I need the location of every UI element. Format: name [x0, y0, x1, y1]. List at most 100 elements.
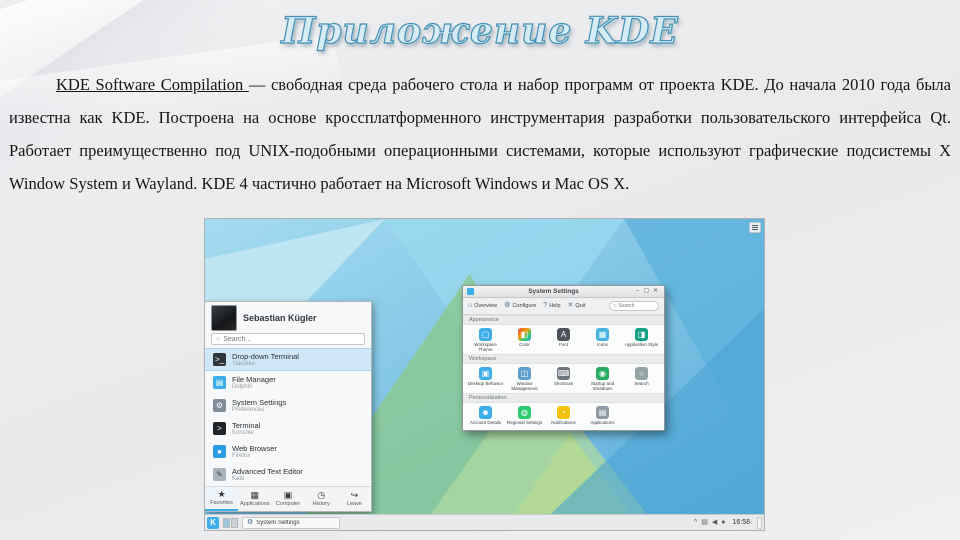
settings-item-font[interactable]: A Font	[544, 328, 583, 352]
settings-item-workspace-theme[interactable]: ▢ Workspace Theme	[466, 328, 505, 352]
pager-desktop-2[interactable]	[231, 517, 238, 528]
tab-computer[interactable]: ▣ Computer	[271, 487, 304, 511]
search-icon: ○	[613, 303, 617, 309]
minimize-button[interactable]: –	[633, 287, 642, 296]
panel-toggle-icon[interactable]	[749, 222, 761, 233]
settings-item-label: Workspace Theme	[474, 342, 497, 352]
settings-item-label: Icons	[597, 342, 608, 347]
tab-label: Computer	[275, 501, 301, 508]
settings-content: Appearance ▢ Workspace Theme ◧ Color A F	[463, 315, 664, 430]
search-icon: ○	[216, 335, 221, 343]
tab-applications[interactable]: ▦ Applications	[238, 487, 271, 511]
font-icon: A	[557, 328, 570, 341]
settings-search[interactable]: ○	[609, 301, 659, 311]
user-avatar[interactable]	[211, 305, 237, 331]
launcher-item-system-settings[interactable]: ⚙ System Settings Preferences	[205, 394, 371, 417]
settings-search-input[interactable]	[618, 303, 655, 309]
terminal-icon: >_	[213, 353, 226, 367]
tool-label: Overview	[474, 303, 498, 309]
home-icon: ⌂	[468, 302, 473, 309]
favorites-list: >_ Drop-down Terminal Yakuake ▤ File Mana…	[205, 347, 371, 486]
quit-button[interactable]: ✕ Quit	[568, 302, 586, 310]
tab-leave[interactable]: ↪ Leave	[338, 487, 371, 511]
tab-history[interactable]: ◷ History	[305, 487, 338, 511]
window-management-icon: ◫	[518, 367, 531, 380]
gear-icon: ⚙	[213, 399, 226, 413]
settings-item-label: Search	[634, 381, 649, 386]
kde-desktop-screenshot: Sebastian Kügler ○ >_ Drop-down Terminal…	[204, 218, 765, 531]
launcher-item-web-browser[interactable]: ● Web Browser Firefox	[205, 440, 371, 463]
star-icon: ★	[217, 489, 226, 500]
launcher-item-file-manager[interactable]: ▤ File Manager Dolphin	[205, 371, 371, 394]
grid-icon: ▦	[250, 490, 260, 501]
workspace-theme-icon: ▢	[479, 328, 492, 341]
settings-item-search[interactable]: ○ Search	[622, 367, 661, 391]
section-header-appearance: Appearance	[463, 315, 664, 325]
user-icon: ☻	[479, 406, 492, 419]
digital-clock[interactable]: 16:58	[729, 519, 753, 526]
monitor-icon: ▣	[283, 490, 293, 501]
search-module-icon: ○	[635, 367, 648, 380]
settings-item-label: Regional Settings	[506, 420, 543, 425]
item-label: Terminal	[232, 420, 261, 430]
system-settings-window: System Settings – ▢ ✕ ⌂ Overview ⚙ Confi…	[462, 285, 665, 431]
close-button[interactable]: ✕	[651, 287, 660, 296]
maximize-button[interactable]: ▢	[642, 287, 651, 296]
settings-item-label: Window Management	[511, 381, 538, 391]
gear-icon: ⚙	[504, 302, 511, 309]
tab-label: Applications	[239, 501, 270, 508]
section-header-workspace: Workspace	[463, 354, 664, 364]
exit-icon: ↪	[350, 490, 359, 501]
settings-item-icons[interactable]: ▦ Icons	[583, 328, 622, 352]
tray-clipboard-icon[interactable]: ▤	[701, 519, 708, 526]
settings-item-label: Startup and Shutdown	[590, 381, 615, 391]
launcher-search-input[interactable]	[223, 335, 360, 343]
globe-icon: ◍	[518, 406, 531, 419]
pager-desktop-1[interactable]	[223, 517, 230, 528]
item-sublabel: Firefox	[232, 452, 251, 459]
task-button-system-settings[interactable]: ⚙ System Settings	[242, 516, 340, 529]
settings-item-label: Notifications	[551, 420, 576, 425]
launcher-item-terminal[interactable]: > Terminal Konsole	[205, 417, 371, 440]
overview-button[interactable]: ⌂ Overview	[468, 302, 497, 310]
section-items: ▢ Workspace Theme ◧ Color A Font ▦ Icons…	[463, 325, 664, 354]
application-launcher-button[interactable]: K	[207, 516, 219, 529]
settings-item-desktop-behavior[interactable]: ▣ Desktop Behavior	[466, 367, 505, 391]
settings-item-regional-settings[interactable]: ◍ Regional Settings	[505, 406, 544, 425]
settings-item-notifications[interactable]: ◔ Notifications	[544, 406, 583, 425]
bell-icon: ◔	[557, 406, 570, 419]
settings-item-applications[interactable]: ▤ Applications	[583, 406, 622, 425]
tray-expand-icon[interactable]: ^	[694, 519, 697, 526]
user-name: Sebastian Kügler	[243, 313, 317, 323]
presentation-slide: Приложение KDE KDE Software Compilation …	[0, 0, 960, 540]
tab-label: Leave	[346, 501, 362, 508]
settings-item-application-style[interactable]: ◨ Application Style	[622, 328, 661, 352]
settings-item-window-management[interactable]: ◫ Window Management	[505, 367, 544, 391]
system-tray: ^ ▤ ◀ ● 16:58	[694, 516, 762, 529]
body-lead-term: KDE Software Compilation	[56, 75, 249, 94]
settings-item-color[interactable]: ◧ Color	[505, 328, 544, 352]
window-titlebar[interactable]: System Settings – ▢ ✕	[463, 286, 664, 298]
tray-volume-icon[interactable]: ◀	[712, 519, 717, 526]
item-label: Drop-down Terminal	[232, 351, 299, 361]
settings-item-label: Desktop Behavior	[467, 381, 504, 386]
settings-item-shortcuts[interactable]: ⌨ Shortcuts	[544, 367, 583, 391]
settings-item-startup-shutdown[interactable]: ◉ Startup and Shutdown	[583, 367, 622, 391]
power-icon: ◉	[596, 367, 609, 380]
launcher-item-text-editor[interactable]: ✎ Advanced Text Editor Kate	[205, 463, 371, 486]
tab-label: Favorites	[210, 500, 233, 507]
tray-network-icon[interactable]: ●	[721, 519, 725, 526]
configure-button[interactable]: ⚙ Configure	[504, 302, 536, 310]
launcher-search[interactable]: ○	[211, 333, 365, 346]
launcher-tab-bar: ★ Favorites ▦ Applications ▣ Computer ◷ …	[205, 486, 371, 511]
launcher-item-dropdown-terminal[interactable]: >_ Drop-down Terminal Yakuake	[205, 348, 371, 372]
virtual-desktop-pager[interactable]	[223, 517, 238, 528]
help-button[interactable]: ? Help	[543, 302, 560, 310]
show-desktop-button[interactable]	[757, 516, 762, 529]
gear-icon: ⚙	[247, 519, 254, 526]
taskbar: K ⚙ System Settings ^ ▤ ◀ ● 16:58	[205, 514, 764, 530]
item-label: File Manager	[232, 374, 276, 384]
tab-favorites[interactable]: ★ Favorites	[205, 487, 239, 511]
settings-item-account-details[interactable]: ☻ Account Details	[466, 406, 505, 425]
item-sublabel: Yakuake	[232, 360, 255, 367]
